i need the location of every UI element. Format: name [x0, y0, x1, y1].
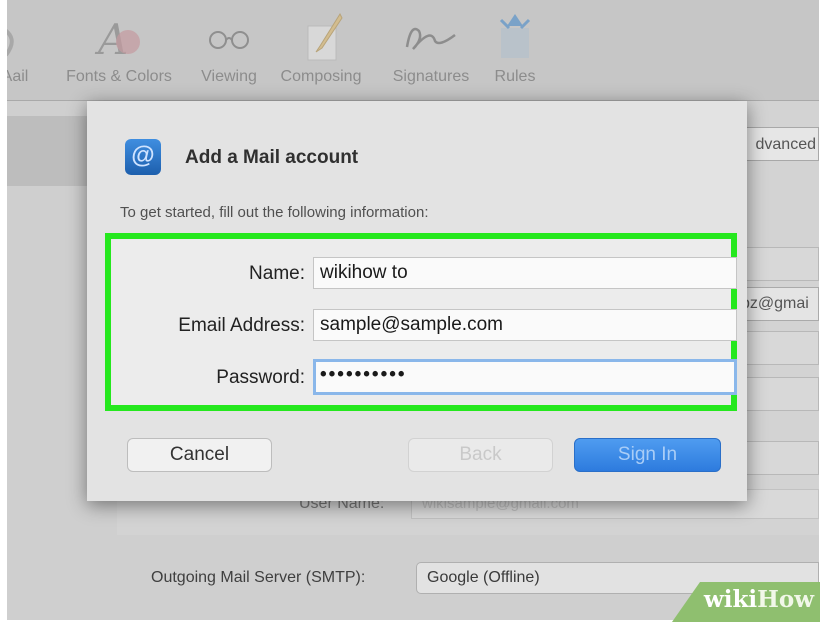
toolbar-viewing[interactable]: Viewing: [191, 8, 267, 86]
screenshot-frame: Aail A Fonts & Colors Viewing: [7, 0, 819, 620]
toolbar-signatures[interactable]: Signatures: [381, 8, 481, 86]
toolbar-fonts-colors-label: Fonts & Colors: [66, 68, 172, 85]
email-input[interactable]: sample@sample.com: [313, 309, 737, 341]
background-email-field: bz@gmai: [740, 287, 819, 321]
glasses-icon: [191, 8, 267, 66]
background-field: [740, 331, 819, 365]
at-sign-icon: @: [125, 139, 161, 175]
mail-icon: [7, 8, 45, 66]
add-mail-account-dialog: @ Add a Mail account To get started, fil…: [87, 101, 747, 501]
toolbar-composing-label: Composing: [280, 68, 362, 85]
sign-in-button[interactable]: Sign In: [574, 438, 721, 472]
signature-icon: [381, 8, 481, 66]
toolbar-composing[interactable]: Composing: [271, 8, 371, 86]
email-label: Email Address:: [178, 315, 305, 336]
cancel-button[interactable]: Cancel: [127, 438, 272, 472]
tab-advanced[interactable]: dvanced: [735, 127, 819, 161]
fonts-colors-icon: A: [54, 8, 184, 66]
rules-icon: [485, 8, 545, 66]
password-label: Password:: [216, 367, 305, 388]
password-input[interactable]: ••••••••••: [313, 359, 737, 395]
toolbar-rules[interactable]: Rules: [485, 8, 545, 86]
back-button[interactable]: Back: [408, 438, 553, 472]
toolbar-mail-label: Aail: [7, 68, 29, 85]
toolbar-fonts-colors[interactable]: A Fonts & Colors: [54, 8, 184, 86]
background-field: [740, 441, 819, 475]
pencil-icon: [271, 8, 371, 66]
background-field: [740, 247, 819, 281]
name-label: Name:: [249, 263, 305, 284]
toolbar-signatures-label: Signatures: [392, 68, 470, 85]
toolbar-rules-label: Rules: [494, 68, 536, 85]
toolbar-mail[interactable]: Aail: [7, 8, 45, 86]
dialog-instructions: To get started, fill out the following i…: [120, 204, 429, 221]
name-input[interactable]: wikihow to: [313, 257, 737, 289]
dialog-title: Add a Mail account: [185, 147, 359, 168]
toolbar-viewing-label: Viewing: [201, 68, 257, 85]
smtp-label: Outgoing Mail Server (SMTP):: [151, 569, 366, 586]
credentials-highlight-box: Name: wikihow to Email Address: sample@s…: [105, 233, 737, 411]
wikihow-logo: wikiHow: [703, 586, 814, 613]
background-field: [740, 377, 819, 411]
preferences-toolbar: Aail A Fonts & Colors Viewing: [7, 0, 819, 101]
